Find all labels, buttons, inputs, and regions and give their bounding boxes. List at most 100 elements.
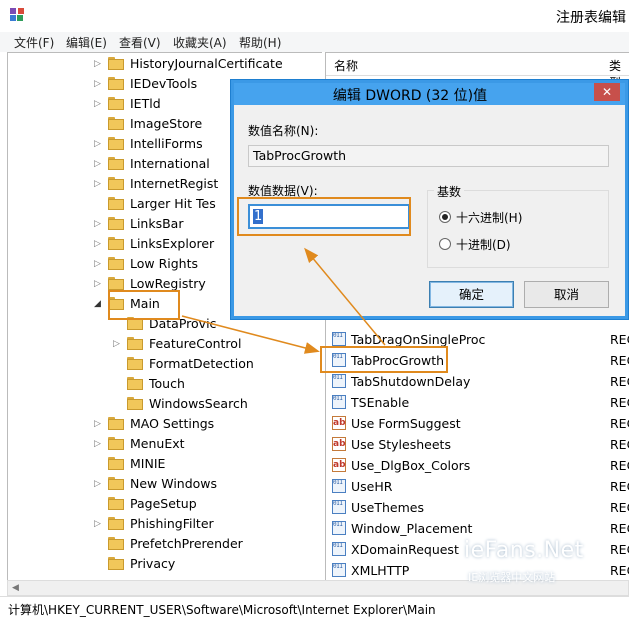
tree-item-label: IEDevTools	[130, 76, 198, 91]
expand-arrow-icon[interactable]: ▷	[94, 474, 102, 494]
ok-button[interactable]: 确定	[429, 281, 514, 308]
close-icon[interactable]: ✕	[594, 83, 620, 101]
expand-arrow-icon[interactable]: ▷	[113, 334, 121, 354]
folder-icon	[127, 337, 143, 350]
highlight-value-data	[237, 197, 411, 236]
tree-item-label: MenuExt	[130, 436, 185, 451]
value-name: UseHR	[351, 479, 393, 494]
value-name: TSEnable	[351, 395, 410, 410]
menu-view[interactable]: 查看(V)	[119, 34, 161, 51]
menu-bar: 文件(F) 编辑(E) 查看(V) 收藏夹(A) 帮助(H)	[0, 32, 629, 52]
value-name-field: TabProcGrowth	[248, 145, 609, 167]
value-type: REC	[610, 542, 629, 557]
folder-icon	[127, 357, 143, 370]
tree-item-label: Privacy	[130, 556, 176, 571]
folder-icon	[108, 177, 124, 190]
list-item[interactable]: ab Use FormSuggest REC	[326, 413, 629, 434]
value-name: Use FormSuggest	[351, 416, 461, 431]
list-item[interactable]: 011 110 UseHR REC	[326, 476, 629, 497]
tree-item-label: New Windows	[130, 476, 218, 491]
regedit-icon	[10, 8, 24, 21]
value-type: REC	[610, 437, 629, 452]
tree-item-label: ImageStore	[130, 116, 203, 131]
binary-value-icon: 011 110	[332, 479, 346, 493]
folder-icon	[108, 217, 124, 230]
list-item[interactable]: 011 110 Window_Placement REC	[326, 518, 629, 539]
list-item[interactable]: 011 110 TabShutdownDelay REC	[326, 371, 629, 392]
expand-arrow-icon[interactable]: ▷	[94, 414, 102, 434]
binary-value-icon: 011 110	[332, 542, 346, 556]
expand-arrow-icon[interactable]: ▷	[94, 74, 102, 94]
base-group	[427, 190, 609, 268]
folder-icon	[108, 97, 124, 110]
radio-hex[interactable]	[439, 211, 451, 223]
radio-decimal[interactable]	[439, 238, 451, 250]
tree-item-label: LinksBar	[130, 216, 184, 231]
radio-decimal-label[interactable]: 十进制(D)	[456, 236, 511, 253]
expand-arrow-icon[interactable]: ▷	[94, 174, 102, 194]
list-item[interactable]: 011 110 UseThemes REC	[326, 497, 629, 518]
folder-icon	[108, 237, 124, 250]
value-type: REC	[610, 479, 629, 494]
expand-arrow-icon[interactable]: ▷	[94, 154, 102, 174]
folder-icon	[108, 497, 124, 510]
value-name: Use_DlgBox_Colors	[351, 458, 471, 473]
tree-item-label: PrefetchPrerender	[130, 536, 243, 551]
tree-item-label: FormatDetection	[149, 356, 254, 371]
scroll-left-icon[interactable]: ◀	[12, 583, 19, 593]
tree-item-label: FeatureControl	[149, 336, 242, 351]
binary-value-icon: 011 110	[332, 332, 346, 346]
expand-arrow-icon[interactable]: ▷	[94, 274, 102, 294]
folder-icon	[108, 457, 124, 470]
expand-arrow-icon[interactable]: ▷	[94, 134, 102, 154]
expand-arrow-icon[interactable]: ▷	[94, 434, 102, 454]
tree-item-label: MINIE	[130, 456, 166, 471]
value-name-label: 数值名称(N):	[248, 124, 319, 138]
cancel-button[interactable]: 取消	[524, 281, 609, 308]
folder-icon	[127, 397, 143, 410]
dialog-title-bar[interactable]: 编辑 DWORD (32 位)值 ✕	[234, 83, 625, 105]
highlight-tabprocgrowth	[320, 346, 448, 373]
folder-icon	[108, 77, 124, 90]
binary-value-icon: 011 110	[332, 563, 346, 577]
value-name: Use Stylesheets	[351, 437, 451, 452]
folder-icon	[108, 477, 124, 490]
tree-item-label: IntelliForms	[130, 136, 203, 151]
menu-file[interactable]: 文件(F)	[14, 34, 54, 51]
expand-arrow-icon[interactable]: ▷	[94, 514, 102, 534]
folder-icon	[108, 537, 124, 550]
value-type: REC	[610, 353, 629, 368]
value-type: REC	[610, 395, 629, 410]
folder-icon	[108, 417, 124, 430]
expand-arrow-icon[interactable]: ▷	[94, 234, 102, 254]
tree-item-label: HistoryJournalCertificate	[130, 56, 283, 71]
tree-item-label: InternetRegist	[130, 176, 219, 191]
radio-hex-label[interactable]: 十六进制(H)	[456, 209, 522, 226]
menu-favorites[interactable]: 收藏夹(A)	[173, 34, 227, 51]
list-item[interactable]: ab Use_DlgBox_Colors REC	[326, 455, 629, 476]
value-type: REC	[610, 416, 629, 431]
list-item[interactable]: 011 110 TSEnable REC	[326, 392, 629, 413]
menu-edit[interactable]: 编辑(E)	[66, 34, 107, 51]
menu-help[interactable]: 帮助(H)	[239, 34, 281, 51]
value-name: XMLHTTP	[351, 563, 410, 578]
expand-arrow-icon[interactable]: ▷	[94, 94, 102, 114]
list-item[interactable]: ab Use Stylesheets REC	[326, 434, 629, 455]
tree-item-label: PageSetup	[130, 496, 197, 511]
collapse-arrow-icon[interactable]: ◢	[94, 294, 102, 314]
string-value-icon: ab	[332, 416, 346, 430]
value-name: UseThemes	[351, 500, 424, 515]
expand-arrow-icon[interactable]: ▷	[94, 254, 102, 274]
expand-arrow-icon[interactable]: ▷	[94, 54, 102, 74]
expand-arrow-icon[interactable]: ▷	[94, 214, 102, 234]
folder-icon	[108, 57, 124, 70]
tree-item-label: International	[130, 156, 210, 171]
column-header-name[interactable]: 名称	[334, 57, 358, 74]
tree-item-label: Larger Hit Tes	[130, 196, 216, 211]
